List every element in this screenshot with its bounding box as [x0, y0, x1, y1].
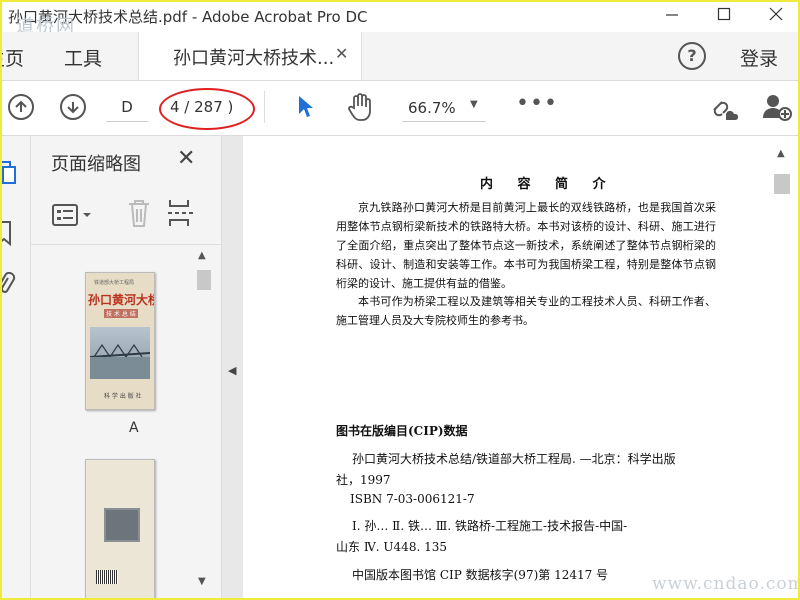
next-page-icon[interactable]	[60, 94, 86, 120]
thumbnail-label: A	[129, 420, 139, 436]
thumbnail-list: 铁道部大桥工程局 孙口黄河大桥 技 术 总 结 科 学 出 版 社 A ▲ ▼	[31, 246, 221, 598]
hand-tool-icon[interactable]	[346, 92, 374, 122]
close-icon	[769, 7, 783, 21]
classification-line-2: 山东 Ⅳ. U448. 135	[336, 540, 447, 554]
panel-toolbar	[31, 188, 221, 245]
collapse-panel-icon[interactable]: ◀	[228, 364, 236, 377]
isbn-line: ISBN 7-03-006121-7	[350, 492, 475, 506]
title-bar: 孙口黄河大桥技术总结.pdf - Adobe Acrobat Pro DC 道桥…	[2, 2, 798, 37]
menu-bar: 主页 工具 孙口黄河大桥技术... ✕ ? 登录	[2, 32, 798, 81]
scroll-down-icon[interactable]: ▼	[198, 576, 206, 587]
close-tab-icon[interactable]: ✕	[335, 44, 348, 63]
summary-paragraph-1: 京九铁路孙口黄河大桥是目前黄河上最长的双线铁路桥，也是我国首次采用整体节点钢桁梁…	[336, 201, 716, 290]
zoom-dropdown[interactable]: 66.7% ▼	[402, 93, 486, 122]
home-tab[interactable]: 主页	[2, 44, 24, 71]
add-user-icon[interactable]	[762, 92, 792, 122]
back-photo	[104, 508, 140, 542]
page-number-input[interactable]: D	[106, 93, 148, 122]
navigation-rail	[2, 136, 31, 598]
panel-splitter[interactable]: ◀	[221, 136, 244, 598]
previous-page-icon[interactable]	[8, 94, 34, 120]
scroll-thumb[interactable]	[197, 270, 211, 290]
scroll-thumb[interactable]	[774, 174, 790, 194]
scroll-up-icon[interactable]: ▲	[777, 148, 785, 159]
tools-tab[interactable]: 工具	[64, 44, 102, 71]
cover-title: 孙口黄河大桥	[88, 293, 155, 307]
cip-heading: 图书在版编目(CIP)数据	[336, 424, 468, 438]
close-panel-icon[interactable]: ✕	[177, 146, 195, 171]
page-thumbnail-cover[interactable]: 铁道部大桥工程局 孙口黄河大桥 技 术 总 结 科 学 出 版 社	[85, 272, 155, 410]
barcode	[96, 570, 118, 584]
login-button[interactable]: 登录	[740, 44, 778, 71]
minimize-button[interactable]	[662, 6, 682, 26]
toolbar: D 4 / 287 ) 66.7% ▼ •••	[2, 81, 798, 136]
scroll-up-icon[interactable]: ▲	[198, 250, 206, 261]
page-thumbnails-panel: 页面缩略图 ✕ 铁道部大桥工程局 孙口黄河大桥 技 术 总 结 科 学 出 版 …	[31, 136, 221, 598]
toolbar-divider	[264, 91, 265, 123]
red-annotation-oval	[159, 88, 255, 130]
page-thumbnails-icon[interactable]	[2, 160, 18, 186]
cover-publisher: 科 学 出 版 社	[104, 393, 142, 400]
bridge-photo	[89, 327, 151, 379]
close-window-button[interactable]	[766, 6, 786, 26]
minimize-icon	[666, 14, 678, 16]
insert-page-icon[interactable]	[165, 198, 195, 230]
acrobat-window: 孙口黄河大桥技术总结.pdf - Adobe Acrobat Pro DC 道桥…	[2, 2, 798, 598]
zoom-value: 66.7%	[408, 99, 456, 117]
maximize-button[interactable]	[714, 6, 734, 26]
document-tab[interactable]: 孙口黄河大桥技术... ✕	[138, 32, 362, 80]
cip-number-line: 中国版本图书馆 CIP 数据核字(97)第 12417 号	[352, 568, 609, 582]
maximize-icon	[717, 7, 731, 21]
thumbnail-scrollbar[interactable]: ▲ ▼	[193, 246, 215, 598]
attachments-icon[interactable]	[2, 272, 16, 298]
classification-line-1: Ⅰ. 孙… Ⅱ. 铁… Ⅲ. 铁路桥-工程施工-技术报告-中国-	[352, 519, 628, 533]
delete-page-icon[interactable]	[125, 198, 153, 230]
chevron-down-icon: ▼	[470, 99, 478, 110]
bookmarks-icon[interactable]	[2, 220, 16, 246]
document-scrollbar[interactable]: ▲	[768, 136, 798, 598]
page-thumbnail-back[interactable]	[85, 459, 155, 598]
pdf-page: 内 容 简 介 京九铁路孙口黄河大桥是目前黄河上最长的双线铁路桥，也是我国首次采…	[243, 136, 768, 598]
cip-line-2: 社，1997	[336, 473, 391, 487]
document-tab-label: 孙口黄河大桥技术...	[173, 48, 335, 69]
document-view: 内 容 简 介 京九铁路孙口黄河大桥是目前黄河上最长的双线铁路桥，也是我国首次采…	[243, 136, 798, 598]
cover-series: 铁道部大桥工程局	[94, 280, 135, 286]
site-watermark: www.cndao.com	[652, 574, 798, 594]
cip-line-1: 孙口黄河大桥技术总结/铁道部大桥工程局. —北京：科学出版	[352, 452, 676, 466]
cover-subtitle: 技 术 总 结	[104, 309, 138, 318]
help-icon[interactable]: ?	[678, 42, 706, 70]
page-heading: 内 容 简 介	[480, 177, 616, 192]
select-cursor-icon[interactable]	[296, 94, 316, 120]
panel-title: 页面缩略图	[51, 154, 141, 175]
thumbnail-options-icon[interactable]	[51, 202, 93, 228]
summary-paragraph-2: 本书可作为桥梁工程以及建筑等相关专业的工程技术人员、科研工作者、施工管理人员及大…	[336, 295, 716, 327]
more-tools-icon[interactable]: •••	[516, 91, 558, 116]
share-link-icon[interactable]	[708, 94, 740, 122]
